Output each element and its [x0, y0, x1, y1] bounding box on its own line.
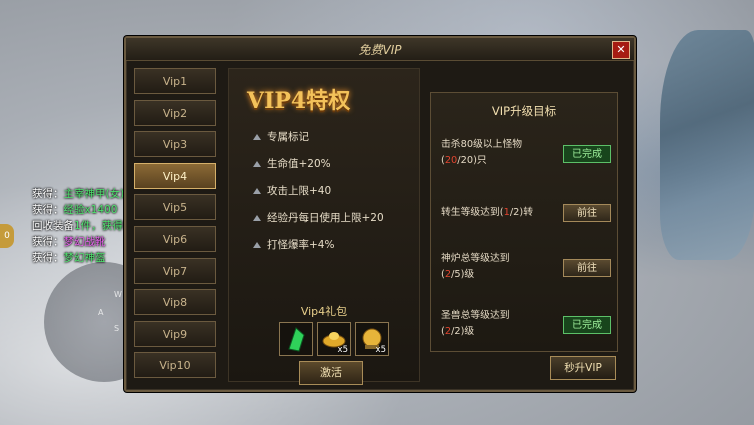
goal-goto-button[interactable]: 前往: [563, 259, 611, 277]
privilege-item: 攻击上限+40: [251, 178, 411, 205]
tab-vip6[interactable]: Vip6: [134, 225, 216, 252]
side-badge[interactable]: 0: [0, 224, 14, 248]
triangle-bullet-icon: [253, 161, 261, 167]
window-title: 免费VIP: [358, 43, 402, 57]
window-titlebar: 免费VIP ✕: [126, 38, 634, 61]
tab-vip3[interactable]: Vip3: [134, 131, 216, 158]
goals-heading: VIP升级目标: [491, 104, 557, 118]
joystick-down-label: S: [114, 324, 120, 333]
tab-vip4[interactable]: Vip4: [134, 162, 216, 189]
tab-vip2[interactable]: Vip2: [134, 99, 216, 126]
privilege-list: 专属标记 生命值+20% 攻击上限+40 经验丹每日使用上限+20 打怪爆率+4…: [251, 124, 411, 259]
gift-item[interactable]: [279, 322, 313, 356]
vip-tab-list: Vip1 Vip2 Vip3 Vip4 Vip5 Vip6 Vip7 Vip8 …: [134, 68, 220, 384]
triangle-bullet-icon: [253, 188, 261, 194]
tab-vip5[interactable]: Vip5: [134, 194, 216, 221]
goal-goto-button[interactable]: 前往: [563, 204, 611, 222]
tab-vip1[interactable]: Vip1: [134, 68, 216, 94]
gift-pack-title: Vip4礼包: [300, 305, 348, 318]
privilege-item: 打怪爆率+4%: [251, 232, 411, 259]
close-button[interactable]: ✕: [612, 41, 630, 59]
gift-item[interactable]: x5: [317, 322, 351, 356]
triangle-bullet-icon: [253, 134, 261, 140]
privilege-heading: VIP4特权: [247, 88, 351, 114]
joystick-left-label: A: [98, 308, 104, 317]
upgrade-goals-panel: VIP升级目标 击杀80级以上怪物 (20/20)只 已完成 转生等级达到(1/…: [430, 92, 618, 352]
green-gem-icon: [288, 327, 305, 352]
privilege-item: 生命值+20%: [251, 151, 411, 178]
triangle-bullet-icon: [253, 242, 261, 248]
tab-vip10[interactable]: Vip10: [134, 352, 216, 379]
vip-window: 免费VIP ✕ Vip1 Vip2 Vip3 Vip4 Vip5 Vip6 Vi…: [124, 36, 636, 392]
goal-completed-button[interactable]: 已完成: [563, 145, 611, 163]
tab-vip8[interactable]: Vip8: [134, 289, 216, 316]
tab-vip9[interactable]: Vip9: [134, 320, 216, 347]
privilege-item: 经验丹每日使用上限+20: [251, 205, 411, 232]
goal-completed-button[interactable]: 已完成: [563, 316, 611, 334]
gift-item[interactable]: x5: [355, 322, 389, 356]
gift-pack-items: x5 x5: [279, 322, 389, 356]
activate-button[interactable]: 激活: [299, 361, 363, 385]
privilege-panel: VIP4特权 专属标记 生命值+20% 攻击上限+40 经验丹每日使用上限+20…: [228, 68, 420, 385]
ice-statue: [660, 30, 754, 260]
instant-vip-button[interactable]: 秒升VIP: [550, 356, 616, 380]
privilege-item: 专属标记: [251, 124, 411, 151]
triangle-bullet-icon: [253, 215, 261, 221]
joystick-up-label: W: [114, 290, 122, 299]
tab-vip7[interactable]: Vip7: [134, 257, 216, 284]
